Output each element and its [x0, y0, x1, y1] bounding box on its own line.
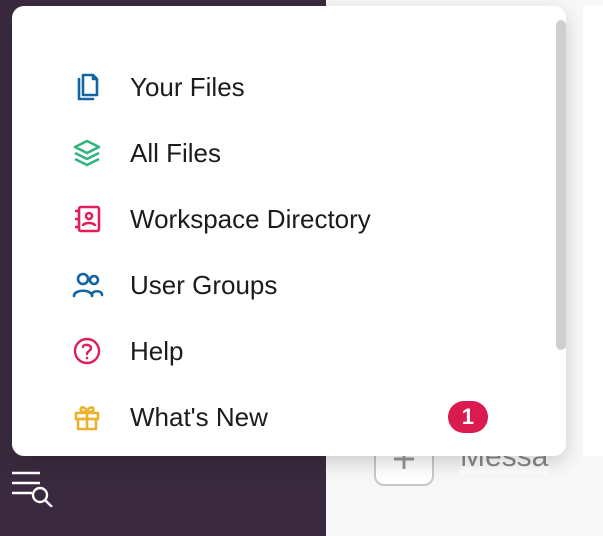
- search-list-icon[interactable]: [10, 467, 60, 512]
- menu-item-label: What's New: [130, 402, 268, 433]
- menu-item-workspace-directory[interactable]: Workspace Directory: [42, 186, 536, 252]
- menu-item-your-files[interactable]: Your Files: [42, 54, 536, 120]
- menu-item-user-groups[interactable]: User Groups: [42, 252, 536, 318]
- background-panel: [583, 6, 603, 456]
- menu-item-label: All Files: [130, 138, 221, 169]
- menu-item-label: Your Files: [130, 72, 245, 103]
- menu-item-label: User Groups: [130, 270, 277, 301]
- address-book-icon: [70, 202, 104, 236]
- scrollbar[interactable]: [556, 20, 566, 350]
- file-copy-icon: [70, 70, 104, 104]
- menu-item-label: Workspace Directory: [130, 204, 371, 235]
- menu-item-label: Help: [130, 336, 183, 367]
- menu-item-help[interactable]: Help: [42, 318, 536, 384]
- more-menu-popover: Your Files All Files Workspace Directory: [12, 6, 566, 456]
- gift-icon: [70, 400, 104, 434]
- help-icon: [70, 334, 104, 368]
- menu-item-all-files[interactable]: All Files: [42, 120, 536, 186]
- new-badge: 1: [448, 401, 488, 433]
- users-icon: [70, 268, 104, 302]
- menu-item-whats-new[interactable]: What's New 1: [42, 384, 536, 450]
- stack-icon: [70, 136, 104, 170]
